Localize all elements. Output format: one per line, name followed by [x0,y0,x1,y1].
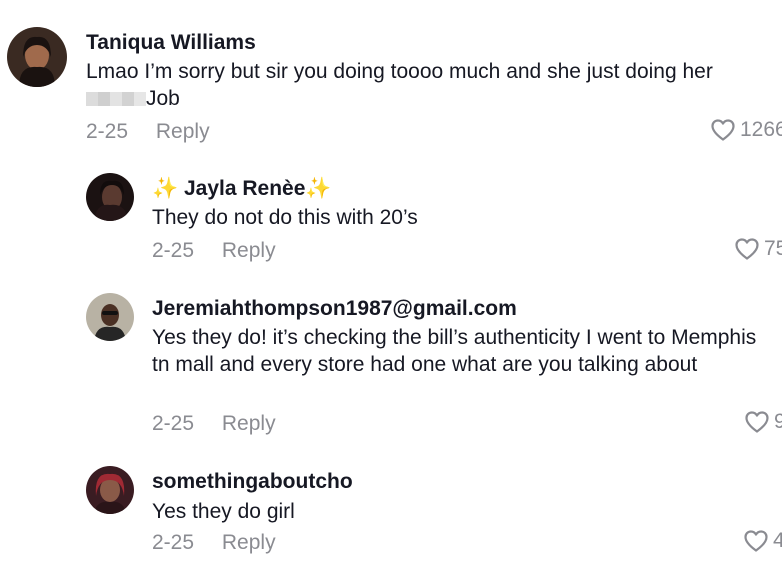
comment-meta: 2-25 Reply [152,531,276,555]
heart-outline-icon [711,119,735,141]
heart-outline-icon [735,238,759,260]
comment-username-text: Jayla Renèe [184,177,306,200]
like-button[interactable]: 75 [734,237,782,261]
avatar[interactable] [7,27,67,87]
like-button[interactable]: 4 [743,529,782,553]
comment-text: Yes they do! it’s checking the bill’s au… [152,326,757,376]
comment-username[interactable]: ✨ Jayla Renèe✨ [152,177,332,201]
comment-meta: 2-25 Reply [86,120,210,144]
comment-text-part: Lmao I’m sorry but sir you doing toooo m… [86,60,713,83]
comment-date: 2-25 [86,120,129,143]
reply-button[interactable]: Reply [222,412,276,435]
comment-meta: 2-25 Reply [152,239,276,263]
comment-date: 2-25 [152,412,195,435]
reply-button[interactable]: Reply [222,239,276,262]
sparkles-icon: ✨ [305,177,332,200]
avatar[interactable] [86,173,134,221]
comment-text: Lmao I’m sorry but sir you doing toooo m… [86,58,766,112]
like-count: 75 [764,237,782,260]
heart-outline-icon [745,411,769,433]
comment-text: Yes they do girl [152,500,295,523]
comment-username[interactable]: Taniqua Williams [86,31,256,55]
comment-date: 2-25 [152,531,195,554]
like-button[interactable]: 9 [744,410,782,434]
reply-button[interactable]: Reply [222,531,276,554]
comment-username[interactable]: somethingaboutcho [152,470,353,494]
like-count: 9 [774,410,782,433]
redacted-blur [86,92,146,106]
avatar[interactable] [86,466,134,514]
comment-date: 2-25 [152,239,195,262]
sparkles-icon: ✨ [152,177,179,200]
like-count: 1266 [740,118,782,141]
comment-username[interactable]: Jeremiahthompson1987@gmail.com [152,297,517,321]
comment-text-part: Job [146,87,180,110]
like-count: 4 [773,529,782,552]
reply-button[interactable]: Reply [156,120,210,143]
heart-outline-icon [744,530,768,552]
like-button[interactable]: 1266 [710,118,782,142]
avatar[interactable] [86,293,134,341]
comment-meta: 2-25 Reply [152,412,276,436]
comment-text: They do not do this with 20’s [152,206,418,229]
